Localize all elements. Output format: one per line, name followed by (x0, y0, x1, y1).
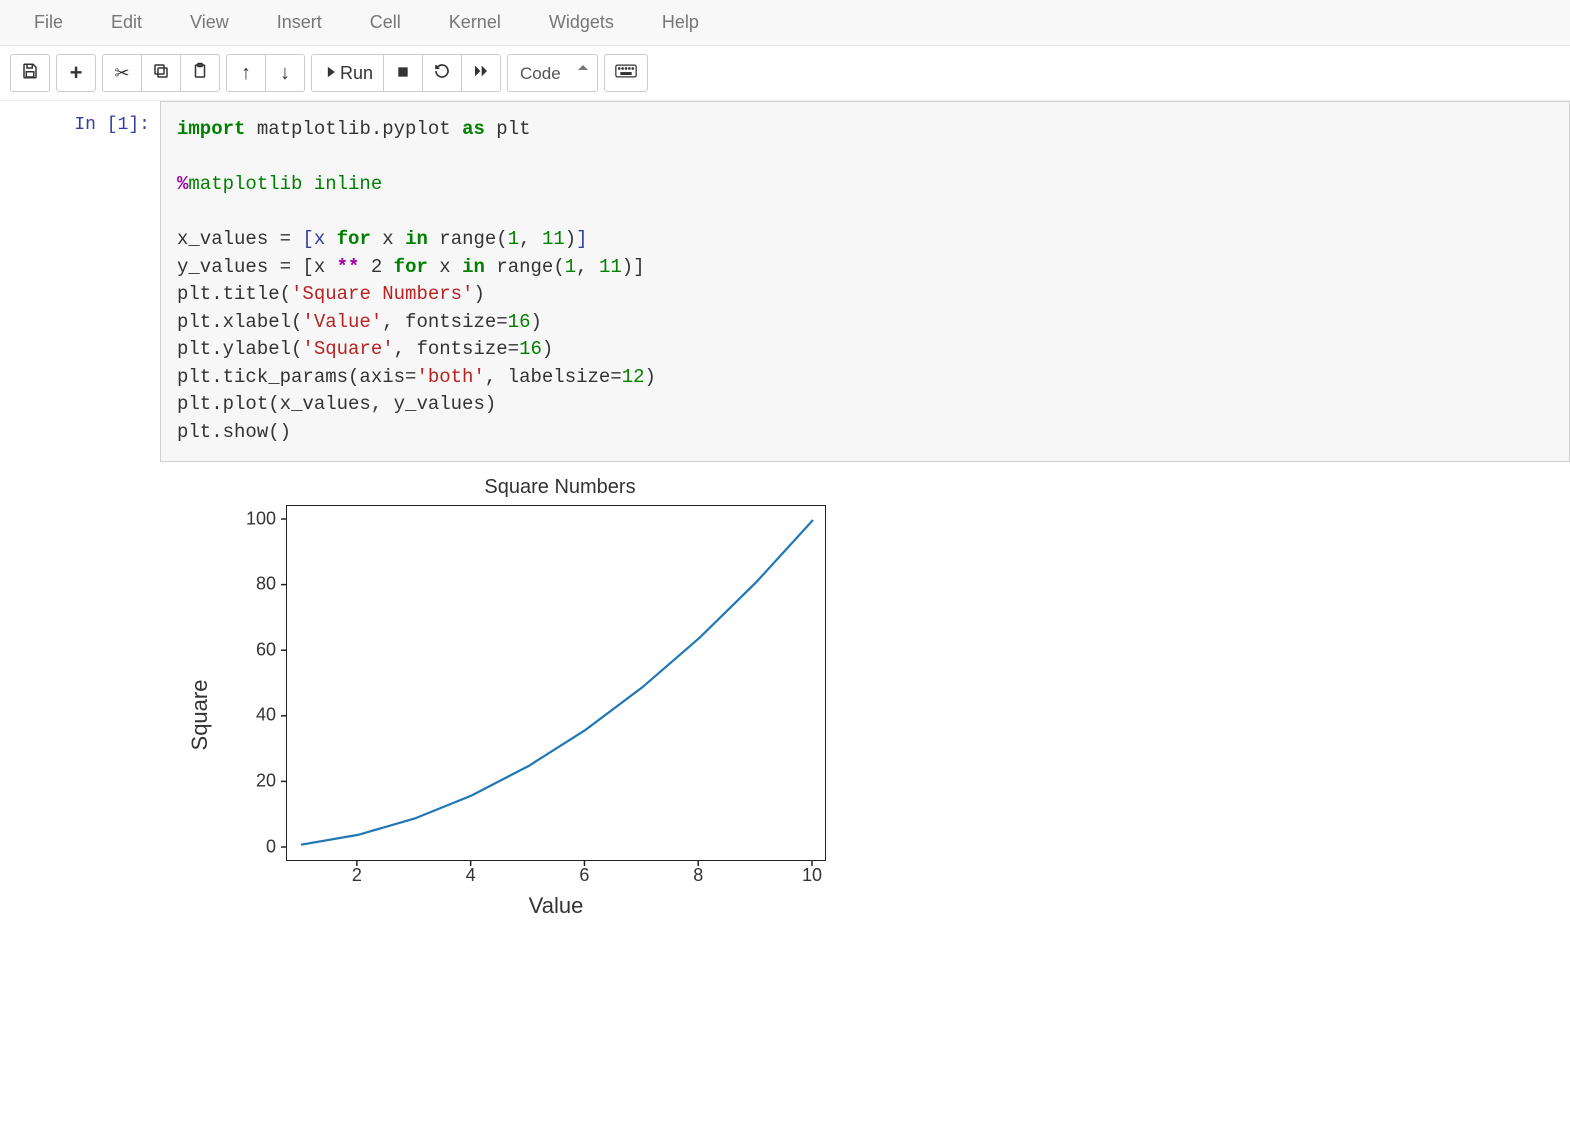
menu-insert[interactable]: Insert (253, 4, 346, 41)
add-cell-button[interactable]: + (56, 54, 96, 92)
move-up-button[interactable]: ↑ (226, 54, 266, 92)
cell-output: Square Numbers Square 020406080100 24681… (0, 462, 1570, 925)
restart-icon (434, 63, 450, 84)
run-button[interactable]: Run (311, 54, 384, 92)
chart-yticks: 020406080100 (230, 505, 276, 861)
move-group: ↑ ↓ (226, 54, 305, 92)
run-label: Run (340, 63, 373, 84)
code-input[interactable]: import matplotlib.pyplot as plt %matplot… (160, 101, 1570, 462)
menu-widgets[interactable]: Widgets (525, 4, 638, 41)
menu-view[interactable]: View (166, 4, 253, 41)
save-icon (21, 62, 39, 85)
paste-button[interactable] (180, 54, 220, 92)
menu-kernel[interactable]: Kernel (425, 4, 525, 41)
chart-line (287, 506, 827, 862)
menu-cell[interactable]: Cell (346, 4, 425, 41)
chart-ylabel: Square (187, 635, 213, 795)
move-down-button[interactable]: ↓ (265, 54, 305, 92)
menubar: FileEditViewInsertCellKernelWidgetsHelp (0, 0, 1570, 46)
restart-run-all-button[interactable] (461, 54, 501, 92)
command-palette-button[interactable] (604, 54, 648, 92)
save-button[interactable] (10, 54, 50, 92)
restart-button[interactable] (422, 54, 462, 92)
arrow-down-icon: ↓ (280, 62, 290, 85)
arrow-up-icon: ↑ (241, 62, 251, 85)
stop-button[interactable] (383, 54, 423, 92)
run-icon (322, 63, 336, 84)
keyboard-icon (615, 63, 637, 84)
run-group: Run (311, 54, 501, 92)
matplotlib-figure: Square Numbers Square 020406080100 24681… (200, 472, 1570, 925)
cell-prompt: In [1]: (0, 101, 160, 135)
fast-forward-icon (473, 63, 489, 84)
menu-edit[interactable]: Edit (87, 4, 166, 41)
chart-axes-wrap: Square 020406080100 246810 Value (200, 505, 860, 925)
paste-icon (191, 62, 209, 85)
notebook-container: In [1]: import matplotlib.pyplot as plt … (0, 101, 1570, 925)
plus-icon: + (70, 60, 83, 86)
code-cell[interactable]: In [1]: import matplotlib.pyplot as plt … (0, 101, 1570, 462)
edit-group: ✂ (102, 54, 220, 92)
chart-xlabel: Value (286, 893, 826, 919)
celltype-select-wrap: Code (507, 54, 598, 92)
toolbar: + ✂ ↑ ↓ Run (0, 46, 1570, 101)
chart-axes (286, 505, 826, 861)
menu-help[interactable]: Help (638, 4, 723, 41)
copy-button[interactable] (141, 54, 181, 92)
chart-title: Square Numbers (290, 472, 830, 505)
stop-icon (396, 63, 410, 84)
celltype-select[interactable]: Code (507, 54, 598, 92)
copy-icon (152, 62, 170, 85)
cut-button[interactable]: ✂ (102, 54, 142, 92)
scissors-icon: ✂ (114, 63, 129, 84)
menu-file[interactable]: File (10, 4, 87, 41)
